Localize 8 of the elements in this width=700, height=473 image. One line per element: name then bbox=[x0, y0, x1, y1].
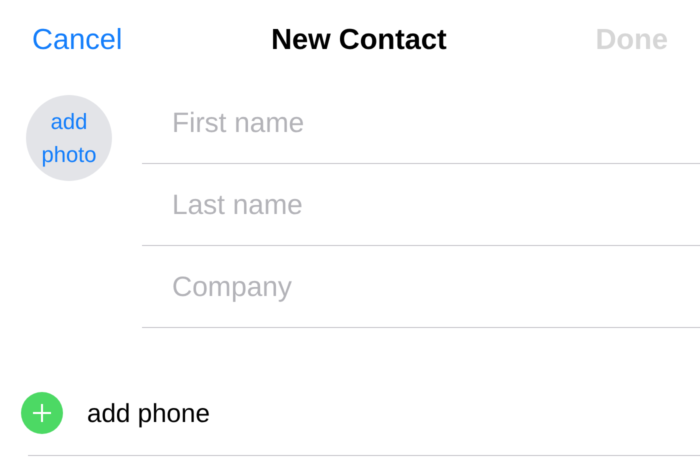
text-field[interactable]: First name bbox=[142, 92, 700, 152]
nav-title: New Contact bbox=[271, 23, 447, 58]
add-phone-label[interactable]: add phone bbox=[87, 394, 210, 432]
add-photo-button[interactable]: add photo bbox=[26, 95, 112, 181]
text-field[interactable]: Company bbox=[142, 256, 700, 316]
text-field[interactable]: Last name bbox=[142, 174, 700, 234]
cancel-button[interactable]: Cancel bbox=[32, 19, 122, 63]
add-icon[interactable] bbox=[21, 392, 63, 434]
